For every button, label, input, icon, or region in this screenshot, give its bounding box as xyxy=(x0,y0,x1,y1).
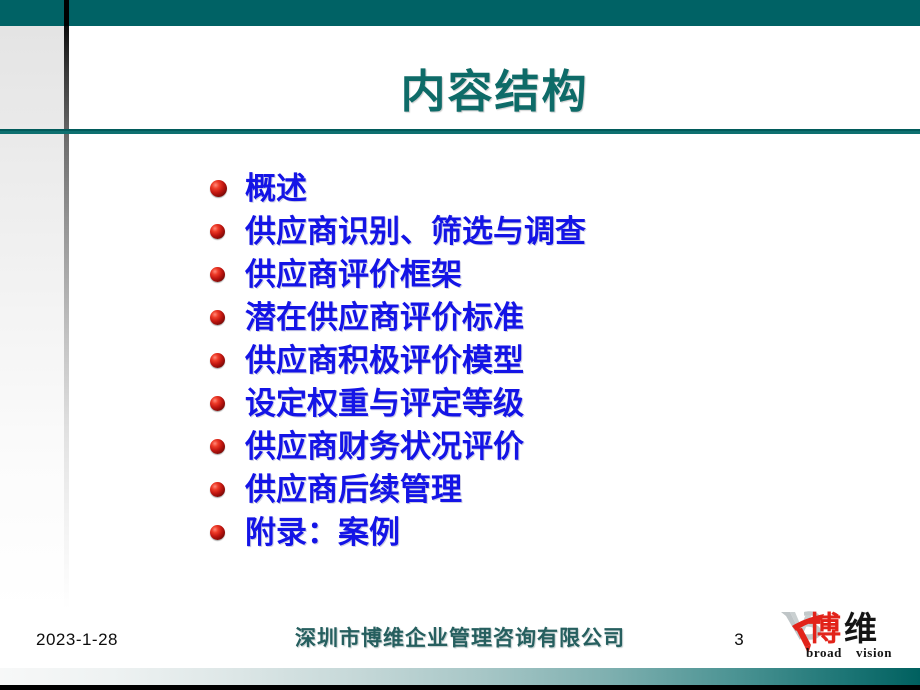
logo-char-red: 博 xyxy=(808,611,841,648)
top-band-notch xyxy=(64,0,69,26)
list-item[interactable]: 供应商识别、筛选与调查 xyxy=(210,210,850,253)
list-item[interactable]: 供应商财务状况评价 xyxy=(210,425,850,468)
list-item-label: 供应商评价框架 xyxy=(245,257,462,292)
logo-char-black: 维 xyxy=(844,611,877,648)
top-decorative-band xyxy=(0,0,920,26)
bullet-sphere-icon xyxy=(210,310,225,325)
list-item-label: 供应商后续管理 xyxy=(245,472,462,507)
list-item-label: 附录：案例 xyxy=(245,515,400,550)
slide-page-number: 3 xyxy=(734,630,744,649)
list-item-label: 潜在供应商评价标准 xyxy=(245,300,524,335)
agenda-list: 概述 供应商识别、筛选与调查 供应商评价框架 潜在供应商评价标准 供应商积极评价… xyxy=(210,166,850,554)
slide-canvas: 内容结构 概述 供应商识别、筛选与调查 供应商评价框架 潜在供应商评价标准 供应… xyxy=(0,0,920,690)
list-item[interactable]: 设定权重与评定等级 xyxy=(210,382,850,425)
bullet-sphere-icon xyxy=(210,396,225,411)
bullet-sphere-icon xyxy=(210,224,225,239)
list-item-label: 供应商财务状况评价 xyxy=(245,429,524,464)
list-item[interactable]: 供应商评价框架 xyxy=(210,253,850,296)
bullet-sphere-icon xyxy=(210,482,225,497)
logo-tagline-vision: vision xyxy=(856,645,892,660)
bullet-sphere-icon xyxy=(210,439,225,454)
list-item[interactable]: 附录：案例 xyxy=(210,511,850,554)
bullet-sphere-icon xyxy=(210,525,225,540)
horizontal-divider-rule-shadow xyxy=(0,129,920,131)
list-item-label: 设定权重与评定等级 xyxy=(245,386,524,421)
bullet-sphere-icon xyxy=(210,179,227,197)
list-item-label: 供应商识别、筛选与调查 xyxy=(245,214,586,249)
list-item-label: 供应商积极评价模型 xyxy=(245,343,524,378)
list-item[interactable]: 概述 xyxy=(210,166,850,210)
list-item[interactable]: 供应商后续管理 xyxy=(210,468,850,511)
list-item-label: 概述 xyxy=(245,170,307,206)
bullet-sphere-icon xyxy=(210,353,225,368)
bottom-gradient-bar xyxy=(0,668,920,685)
bullet-sphere-icon xyxy=(210,267,225,282)
company-logo: 博 维 broad vision xyxy=(778,606,910,664)
slide-title: 内容结构 xyxy=(400,65,589,117)
list-item[interactable]: 潜在供应商评价标准 xyxy=(210,296,850,339)
list-item[interactable]: 供应商积极评价模型 xyxy=(210,339,850,382)
bottom-black-strip xyxy=(0,685,920,690)
left-accent-panel xyxy=(0,26,64,610)
logo-tagline-broad: broad xyxy=(806,645,842,660)
